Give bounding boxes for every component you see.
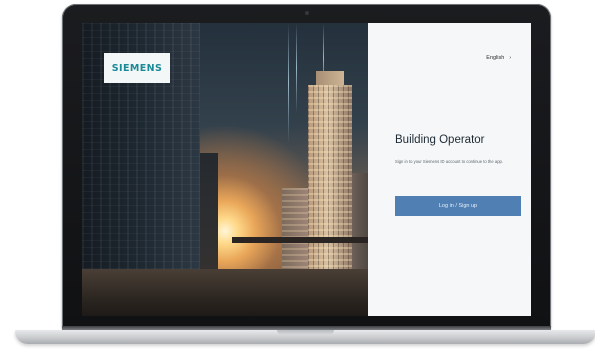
webcam-icon: [305, 11, 309, 15]
chevron-down-icon: ›: [509, 55, 511, 61]
laptop-base: [15, 330, 595, 344]
language-selector[interactable]: English ›: [486, 55, 511, 61]
street-plaza: [82, 269, 368, 316]
login-panel: English › Building Operator Sign in to y…: [368, 23, 531, 316]
highrise-tower: [308, 85, 352, 285]
laptop-screen: SIEMENS English › Building Operator Sign…: [82, 23, 531, 316]
login-button[interactable]: Log in / Sign up: [395, 196, 521, 216]
light-streak: [288, 23, 289, 143]
siemens-logo-text: SIEMENS: [111, 62, 163, 74]
siemens-logo: SIEMENS: [104, 53, 170, 83]
app-subtitle: Sign in to your Siemens ID account to co…: [395, 159, 504, 164]
plaza-canopy: [232, 237, 368, 243]
language-label: English: [486, 55, 505, 61]
laptop-mockup: SIEMENS English › Building Operator Sign…: [0, 0, 595, 354]
laptop-lid: SIEMENS English › Building Operator Sign…: [62, 4, 551, 330]
app-title: Building Operator: [395, 134, 485, 146]
light-streak: [296, 23, 297, 113]
base-notch: [277, 330, 334, 335]
city-sunset-photo: SIEMENS: [82, 23, 368, 316]
